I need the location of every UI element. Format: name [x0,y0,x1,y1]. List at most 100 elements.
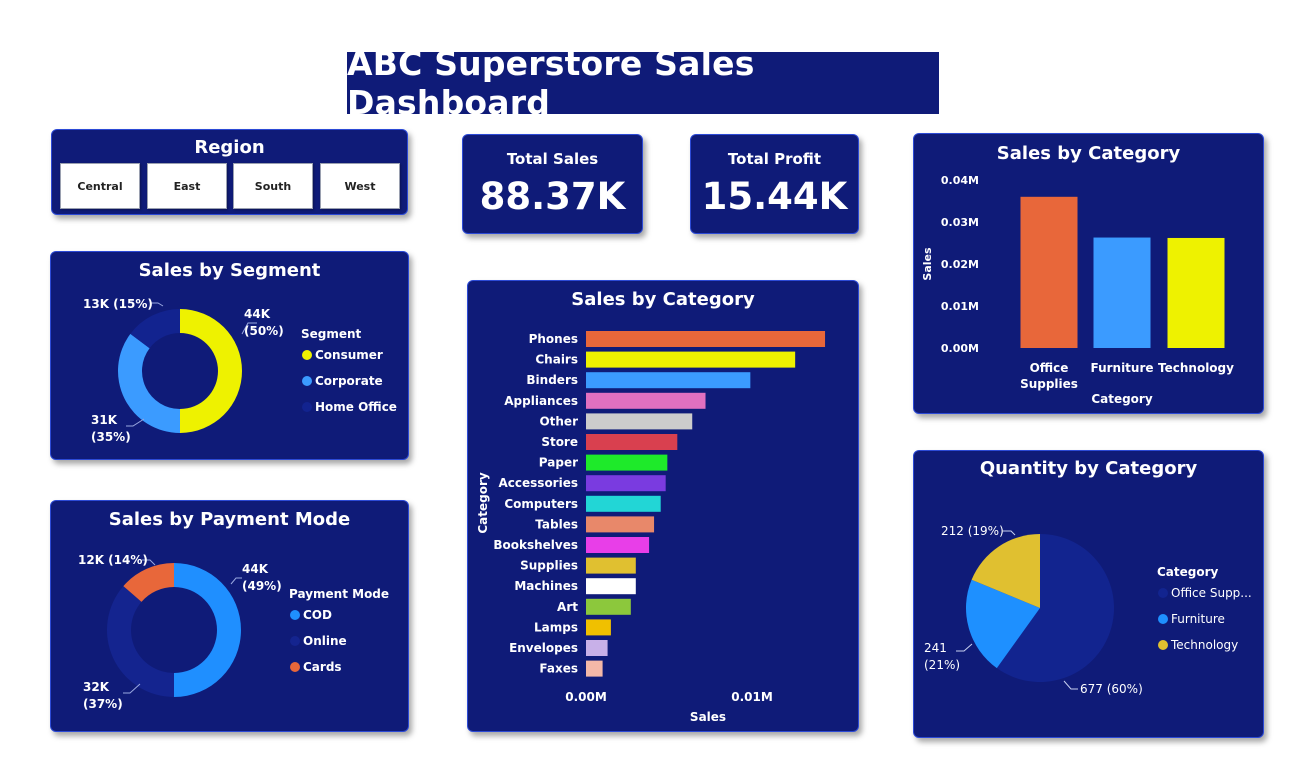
payment-donut-chart[interactable]: 44K (49%) 32K (37%) 12K (14%) Payment Mode COD… [51,501,408,731]
total-sales-card: Total Sales 88.37K [462,134,643,234]
bar-envelopes [586,640,608,656]
bar-lamps [586,619,611,636]
y-tick-label: 0.00M [941,342,979,355]
x-axis-title: Sales [690,710,726,724]
category-label-store: Store [541,435,578,449]
bar-computers [586,495,661,512]
page-title: ABC Superstore Sales Dashboard [347,44,755,122]
category-label-bookshelves: Bookshelves [493,538,578,552]
bar-supplies [586,557,636,574]
bar-furniture [1093,237,1151,348]
leader-line [126,418,145,427]
bar-accessories [586,475,666,492]
category-label-technology: Technology [1158,361,1234,375]
sales-by-segment-card[interactable]: Sales by Segment 44K (50%) 31K (35%) 13K (15… [50,251,409,460]
legend-title: Segment [301,327,362,341]
region-slicer-title: Region [194,137,265,158]
bar-paper [586,454,668,471]
category-label-office-supplies: Supplies [1020,377,1078,391]
bar-tables [586,516,655,533]
slice-consumer [180,309,242,433]
category-label-chairs: Chairs [535,353,578,367]
data-label: 12K (14%) [78,553,148,567]
slice-cod [174,563,241,697]
sales-by-category-card[interactable]: Sales by Category 0.04M 0.03M 0.02M 0.01M 0.… [913,133,1264,414]
total-profit-value: 15.44K [701,175,848,218]
category-bar-chart[interactable]: 0.04M 0.03M 0.02M 0.01M 0.00M Office Supplies F… [914,134,1263,413]
legend-item-consumer: Consumer [315,348,383,362]
category-label-computers: Computers [504,497,578,511]
y-tick-label: 0.04M [941,174,979,187]
segment-donut-chart[interactable]: 44K (50%) 31K (35%) 13K (15%) Segment Consumer… [51,252,408,459]
region-slicer: Region Central East South West [51,129,408,215]
legend-marker-corporate [302,376,312,386]
legend-marker-furniture [1158,614,1168,624]
legend-marker-cod [290,610,300,620]
y-tick-label: 0.02M [941,258,979,271]
slice-corporate [117,333,180,433]
bar-art [586,598,631,615]
category-label-office-supplies: Office [1030,361,1069,375]
legend-item-cod: COD [303,608,332,622]
y-axis-title: Sales [921,247,934,281]
category-label-faxes: Faxes [539,662,578,676]
category-label-machines: Machines [514,579,578,593]
category-label-supplies: Supplies [520,559,578,573]
category-label-art: Art [557,600,578,614]
region-option-south[interactable]: South [233,163,313,209]
category-label-furniture: Furniture [1090,361,1153,375]
x-tick-label: 0.00M [565,690,607,704]
data-label: (21%) [924,658,960,672]
data-label: (50%) [244,324,284,338]
bar-technology [1167,237,1225,348]
bar-binders [586,372,751,389]
slice-online [107,586,174,697]
region-option-west[interactable]: West [320,163,400,209]
total-sales-label: Total Sales [506,150,599,168]
legend-marker-online [290,636,300,646]
category-label-appliances: Appliances [504,394,578,408]
legend-marker-office-supp [1158,588,1168,598]
quantity-pie-chart[interactable]: 677 (60%) 241 (21%) 212 (19%) Category Office… [914,451,1263,737]
legend-title: Payment Mode [289,587,389,601]
legend-item-furniture: Furniture [1171,612,1225,626]
legend-title: Category [1157,565,1219,579]
data-label: 241 [924,641,947,655]
category-label-phones: Phones [529,332,578,346]
bar-other [586,413,693,430]
bar-appliances [586,392,706,409]
legend-marker-consumer [302,350,312,360]
data-label: 44K [244,307,271,321]
region-option-central[interactable]: Central [60,163,140,209]
bar-office-supplies [1020,196,1078,348]
y-axis-title: Category [476,472,490,534]
total-profit-card: Total Profit 15.44K [690,134,859,234]
subcategory-bar-chart[interactable]: Phones Chairs Binders Appliances Other Store P… [468,281,858,731]
data-label: (49%) [242,579,282,593]
legend-marker-home-office [302,402,312,412]
data-label: (37%) [83,697,123,711]
legend-item-corporate: Corporate [315,374,383,388]
legend-marker-technology [1158,640,1168,650]
category-label-other: Other [539,414,578,428]
data-label: 677 (60%) [1080,682,1143,696]
y-tick-label: 0.01M [941,300,979,313]
data-label: 44K [242,562,269,576]
x-axis-title: Category [1091,392,1153,406]
category-label-tables: Tables [535,517,578,531]
sales-by-payment-mode-card[interactable]: Sales by Payment Mode 44K (49%) 32K (37%) 12… [50,500,409,732]
region-option-east[interactable]: East [147,163,227,209]
bar-phones [586,331,826,347]
bar-chairs [586,351,796,368]
sales-by-subcategory-card[interactable]: Sales by Category Phones Chairs Binders App… [467,280,859,732]
x-tick-label: 0.01M [731,690,773,704]
total-sales-value: 88.37K [479,175,626,218]
bar-machines [586,578,636,595]
data-label: (35%) [91,430,131,444]
quantity-by-category-card[interactable]: Quantity by Category 677 (60%) 241 (21%) 21… [913,450,1264,738]
legend-item-technology: Technology [1170,638,1238,652]
legend-item-office-supp: Office Supp... [1171,586,1252,600]
category-label-paper: Paper [539,456,578,470]
legend-item-cards: Cards [303,660,342,674]
bar-bookshelves [586,537,650,553]
